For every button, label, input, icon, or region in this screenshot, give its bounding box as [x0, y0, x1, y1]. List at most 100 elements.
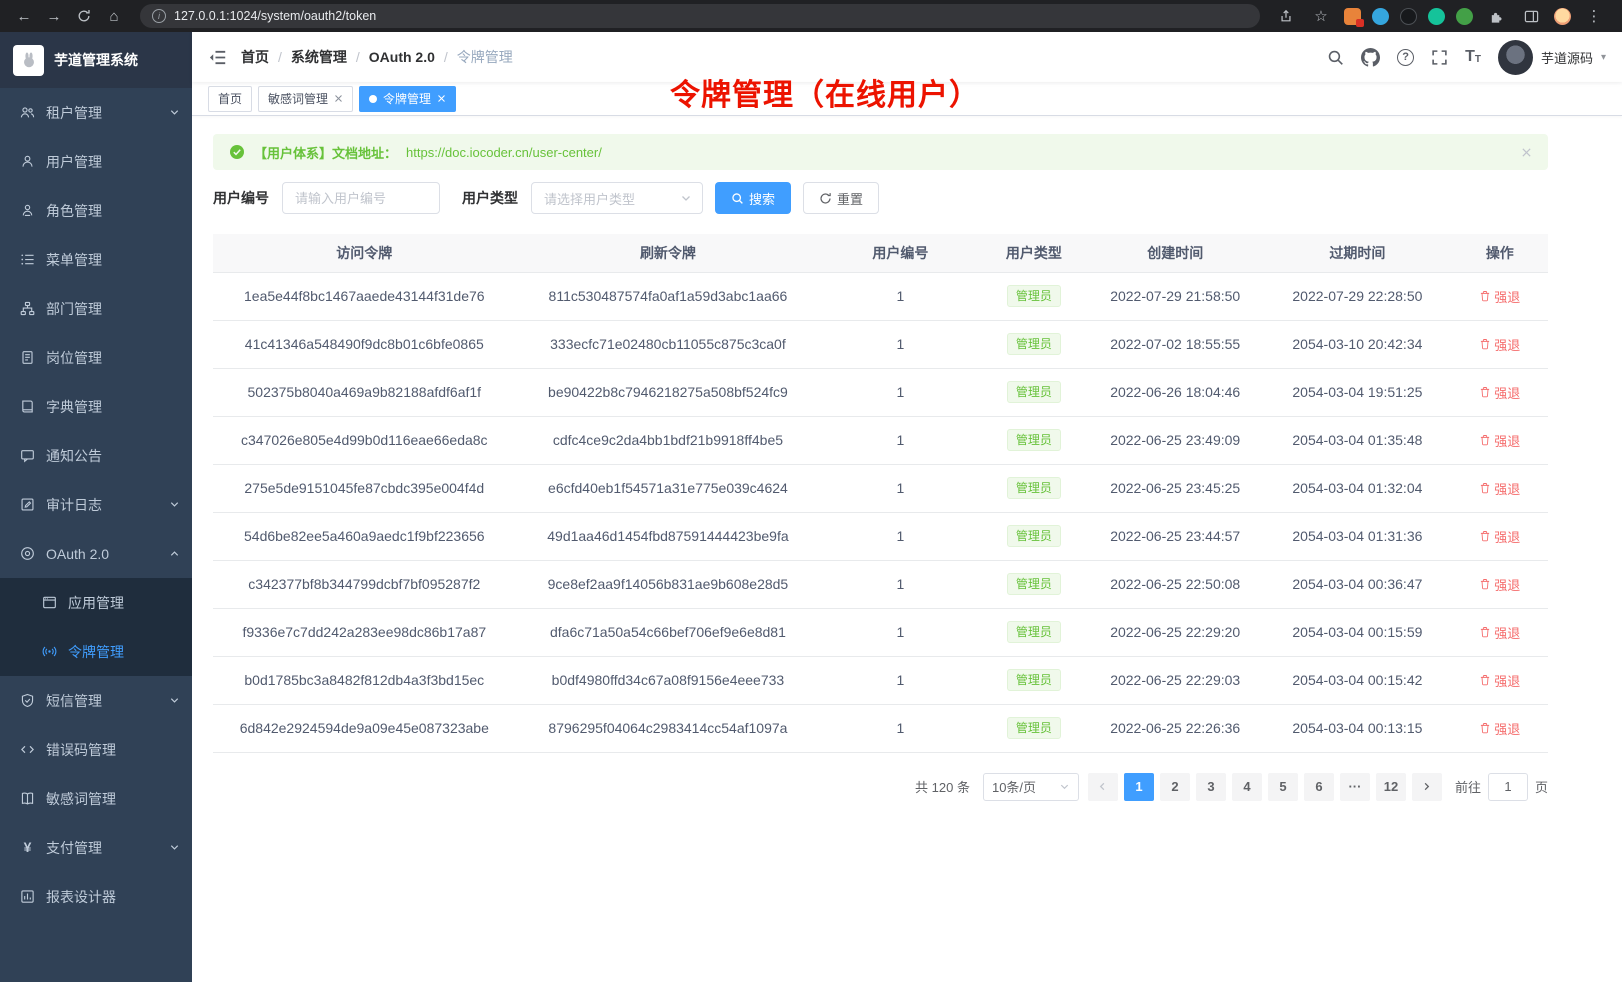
- annotation-text: 令牌管理（在线用户）: [670, 70, 980, 114]
- back-icon[interactable]: ←: [12, 4, 36, 28]
- action-cell: 强退: [1452, 464, 1548, 512]
- create-time-cell: 2022-06-25 23:45:25: [1087, 464, 1263, 512]
- page-button-1[interactable]: 1: [1124, 773, 1154, 801]
- user-type-cell: 管理员: [980, 512, 1087, 560]
- sidebar-item-dict[interactable]: 字典管理: [0, 382, 192, 431]
- refresh-token-cell: 49d1aa46d1454fbd87591444423be9fa: [516, 512, 821, 560]
- user-id-cell: 1: [820, 464, 980, 512]
- sidebar-item-notice[interactable]: 通知公告: [0, 431, 192, 480]
- sidebar-item-sms[interactable]: 短信管理: [0, 676, 192, 725]
- page-button-4[interactable]: 4: [1232, 773, 1262, 801]
- sidebar-item-sensitive[interactable]: 敏感词管理: [0, 774, 192, 823]
- table-row: b0d1785bc3a8482f812db4a3f3bd15ec b0df498…: [213, 656, 1548, 704]
- user-id-input[interactable]: [282, 182, 440, 214]
- goto-page-input[interactable]: [1488, 773, 1528, 801]
- pager-ellipsis[interactable]: ···: [1340, 773, 1370, 801]
- access-token-cell: 54d6be82ee5a460a9aedc1f9bf223656: [213, 512, 516, 560]
- force-logout-button[interactable]: 强退: [1479, 623, 1520, 642]
- page-size-value: 10条/页: [992, 777, 1036, 796]
- force-logout-button[interactable]: 强退: [1479, 671, 1520, 690]
- search-button[interactable]: 搜索: [715, 182, 791, 214]
- create-time-cell: 2022-06-26 18:04:46: [1087, 368, 1263, 416]
- tab-home[interactable]: 首页: [208, 86, 252, 112]
- alert-close-icon[interactable]: [1521, 147, 1532, 158]
- sidebar-item-dept[interactable]: 部门管理: [0, 284, 192, 333]
- sidebar-item-report[interactable]: 报表设计器: [0, 872, 192, 921]
- select-placeholder: 请选择用户类型: [544, 189, 635, 208]
- prev-page-button[interactable]: [1088, 773, 1118, 801]
- sidebar-item-user[interactable]: 用户管理: [0, 137, 192, 186]
- tab-sensitive[interactable]: 敏感词管理: [258, 86, 353, 112]
- sidebar-item-post[interactable]: 岗位管理: [0, 333, 192, 382]
- user-type-cell: 管理员: [980, 608, 1087, 656]
- side-panel-icon[interactable]: [1519, 4, 1543, 28]
- extension-icon[interactable]: [1372, 8, 1389, 25]
- force-logout-button[interactable]: 强退: [1479, 431, 1520, 450]
- search-icon[interactable]: [1327, 49, 1344, 66]
- sidebar-item-role[interactable]: 角色管理: [0, 186, 192, 235]
- access-token-cell: c347026e805e4d99b0d116eae66eda8c: [213, 416, 516, 464]
- bookmark-star-icon[interactable]: ☆: [1309, 4, 1333, 28]
- sidebar-item-audit[interactable]: 审计日志: [0, 480, 192, 529]
- doc-link[interactable]: https://doc.iocoder.cn/user-center/: [406, 145, 602, 160]
- user-type-cell: 管理员: [980, 320, 1087, 368]
- profile-avatar[interactable]: [1554, 8, 1571, 25]
- page-size-select[interactable]: 10条/页: [983, 773, 1079, 801]
- active-dot: [369, 95, 377, 103]
- force-logout-label: 强退: [1494, 623, 1520, 642]
- create-time-cell: 2022-07-02 18:55:55: [1087, 320, 1263, 368]
- page-button-3[interactable]: 3: [1196, 773, 1226, 801]
- extensions-puzzle-icon[interactable]: [1484, 4, 1508, 28]
- help-icon[interactable]: ?: [1397, 49, 1414, 66]
- extension-icon[interactable]: [1456, 8, 1473, 25]
- page-button-5[interactable]: 5: [1268, 773, 1298, 801]
- sidebar-item-payment[interactable]: ¥ 支付管理: [0, 823, 192, 872]
- sidebar-item-oauth[interactable]: OAuth 2.0: [0, 529, 192, 578]
- collapse-sidebar-icon[interactable]: [208, 48, 227, 67]
- font-size-icon[interactable]: TT: [1465, 49, 1481, 65]
- sidebar-item-label: 短信管理: [46, 691, 102, 711]
- reload-icon[interactable]: [72, 4, 96, 28]
- fullscreen-icon[interactable]: [1431, 49, 1448, 66]
- reset-button[interactable]: 重置: [803, 182, 879, 214]
- user-menu[interactable]: 芋道源码 ▾: [1498, 40, 1606, 75]
- page-button-2[interactable]: 2: [1160, 773, 1190, 801]
- next-page-button[interactable]: [1412, 773, 1442, 801]
- refresh-token-cell: b0df4980ffd34c67a08f9156e4eee733: [516, 656, 821, 704]
- browser-menu-icon[interactable]: ⋮: [1582, 4, 1606, 28]
- force-logout-button[interactable]: 强退: [1479, 719, 1520, 738]
- pagination-goto: 前往 页: [1455, 773, 1548, 801]
- breadcrumb-home[interactable]: 首页: [241, 47, 269, 67]
- force-logout-button[interactable]: 强退: [1479, 335, 1520, 354]
- share-icon[interactable]: [1274, 4, 1298, 28]
- github-icon[interactable]: [1361, 48, 1380, 67]
- extension-icon[interactable]: [1400, 8, 1417, 25]
- force-logout-button[interactable]: 强退: [1479, 287, 1520, 306]
- force-logout-button[interactable]: 强退: [1479, 383, 1520, 402]
- sidebar-item-app[interactable]: 应用管理: [0, 578, 192, 627]
- site-info-icon[interactable]: i: [152, 9, 166, 23]
- sidebar-item-tenant[interactable]: 租户管理: [0, 88, 192, 137]
- force-logout-button[interactable]: 强退: [1479, 527, 1520, 546]
- sidebar-item-errorcode[interactable]: 错误码管理: [0, 725, 192, 774]
- create-time-cell: 2022-06-25 22:29:03: [1087, 656, 1263, 704]
- forward-icon[interactable]: →: [42, 4, 66, 28]
- home-icon[interactable]: ⌂: [102, 4, 126, 28]
- extension-icon[interactable]: [1428, 8, 1445, 25]
- page-button-12[interactable]: 12: [1376, 773, 1406, 801]
- app-logo[interactable]: 芋道管理系统: [0, 32, 192, 88]
- sidebar-item-menu[interactable]: 菜单管理: [0, 235, 192, 284]
- page-button-6[interactable]: 6: [1304, 773, 1334, 801]
- close-icon[interactable]: [437, 94, 446, 103]
- sidebar-item-token[interactable]: 令牌管理: [0, 627, 192, 676]
- user-type-select[interactable]: 请选择用户类型: [531, 182, 703, 214]
- address-bar[interactable]: i 127.0.0.1:1024/system/oauth2/token: [140, 4, 1260, 28]
- tab-token[interactable]: 令牌管理: [359, 86, 456, 112]
- table-row: f9336e7c7dd242a283ee98dc86b17a87 dfa6c71…: [213, 608, 1548, 656]
- force-logout-button[interactable]: 强退: [1479, 479, 1520, 498]
- close-icon[interactable]: [334, 94, 343, 103]
- pager: 1 2 3 4 5 6 ··· 12: [1088, 773, 1442, 801]
- extension-icon[interactable]: [1344, 8, 1361, 25]
- force-logout-button[interactable]: 强退: [1479, 575, 1520, 594]
- oauth-submenu: 应用管理 令牌管理: [0, 578, 192, 676]
